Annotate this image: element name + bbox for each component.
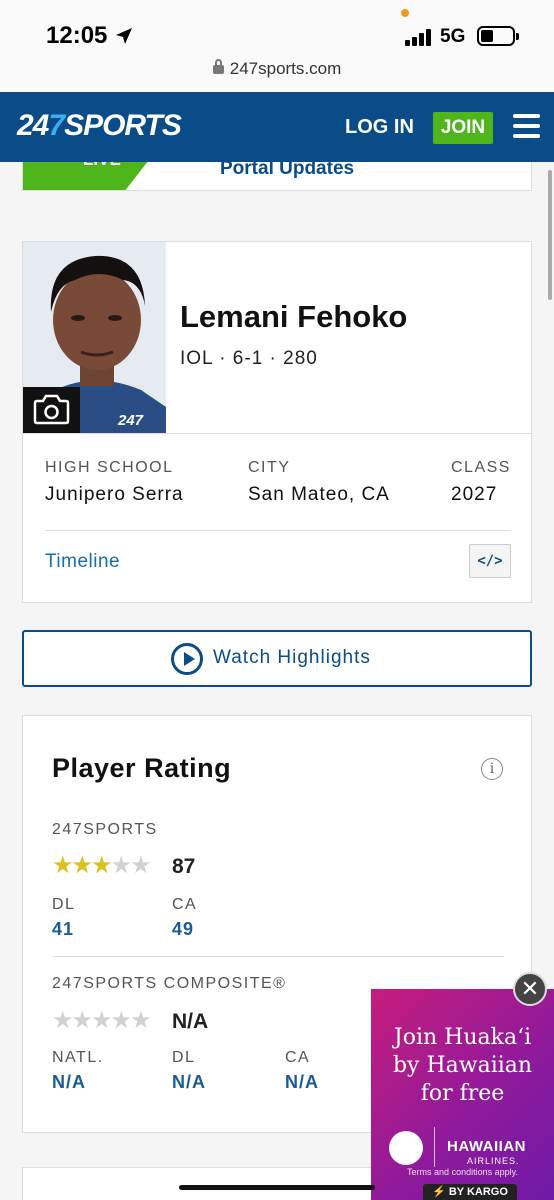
star-icon: ★ [52, 852, 73, 879]
portal-updates-link[interactable]: Portal Updates [220, 162, 354, 180]
divider [52, 956, 504, 957]
ad-headline: Join Huakaʻi by Hawaiian for free [371, 1024, 554, 1108]
dl-rank-label: DL [52, 896, 76, 913]
status-bar: 12:05 5G 247sports.com [0, 0, 554, 92]
ad-headline-line: for free [420, 1081, 505, 1106]
embed-code-button[interactable]: </> [469, 544, 511, 578]
star-icon: ★ [52, 1007, 73, 1034]
star-icon: ★ [130, 1007, 151, 1034]
star-icon: ★ [71, 852, 93, 879]
dl-rank-value[interactable]: 41 [52, 919, 74, 940]
player-position-size: IOL · 6-1 · 280 [180, 348, 318, 369]
logo-seven: 7 [48, 109, 65, 142]
address-bar[interactable]: 247sports.com [0, 59, 554, 79]
player-photo[interactable]: 247 [23, 242, 166, 433]
hawaiian-airlines-ad[interactable]: Join Huakaʻi by Hawaiian for free HAWAII… [371, 989, 554, 1200]
watch-highlights-button[interactable]: Watch Highlights [22, 630, 532, 687]
hamburger-menu-icon[interactable] [513, 114, 540, 138]
battery-icon [477, 26, 519, 46]
city-value: San Mateo, CA [248, 484, 390, 505]
composite-dl-value: N/A [172, 1072, 206, 1092]
camera-icon[interactable] [23, 387, 80, 433]
clock: 12:05 [46, 22, 108, 49]
login-link[interactable]: LOG IN [345, 116, 414, 139]
divider [45, 530, 511, 531]
ad-brand-sub: AIRLINES. [467, 1156, 520, 1166]
star-icon: ★ [91, 1007, 112, 1034]
ca-rank-value[interactable]: 49 [172, 919, 194, 940]
logo-suffix: SPORTS [64, 109, 182, 142]
huakai-logo-icon [389, 1131, 423, 1165]
ad-terms: Terms and conditions apply. [407, 1167, 518, 1177]
join-button[interactable]: JOIN [433, 112, 493, 144]
star-icon: ★ [110, 1007, 132, 1034]
247sports-star-rating: ★★★★★ [52, 851, 152, 880]
composite-dl-label: DL [172, 1049, 196, 1066]
high-school-value[interactable]: Junipero Serra [45, 484, 184, 506]
composite-score: N/A [172, 1010, 209, 1033]
site-header: 247SPORTS LOG IN JOIN [0, 92, 554, 162]
city-label: CITY [248, 459, 291, 476]
info-icon[interactable]: i [481, 758, 503, 780]
composite-ca-label: CA [285, 1049, 311, 1066]
live-label: LIVE [83, 162, 121, 170]
network-type: 5G [440, 26, 466, 47]
star-icon: ★ [130, 852, 151, 879]
watch-highlights-label: Watch Highlights [213, 647, 371, 668]
ad-divider [434, 1127, 435, 1167]
logo-prefix: 24 [17, 109, 49, 142]
composite-rating-label: 247SPORTS COMPOSITE® [52, 975, 287, 992]
player-card: 247 Lemani Fehoko IOL · 6-1 · 280 HIGH S… [22, 241, 532, 603]
scrollbar[interactable] [548, 170, 552, 300]
star-icon: ★ [91, 852, 112, 879]
natl-rank-value: N/A [52, 1072, 86, 1092]
composite-ca-value: N/A [285, 1072, 319, 1092]
home-indicator[interactable] [179, 1185, 375, 1190]
ca-rank-label: CA [172, 896, 198, 913]
star-icon: ★ [71, 1007, 93, 1034]
247sports-score: 87 [172, 855, 196, 878]
class-label: CLASS [451, 459, 511, 476]
privacy-indicator-dot [401, 9, 409, 17]
portal-updates-banner[interactable]: LIVE Portal Updates [22, 162, 532, 191]
play-icon [171, 643, 203, 675]
ad-headline-line: Join Huakaʻi [393, 1025, 532, 1050]
high-school-label: HIGH SCHOOL [45, 459, 174, 476]
star-icon: ★ [110, 852, 132, 879]
url-text: 247sports.com [229, 59, 342, 78]
class-value: 2027 [451, 484, 498, 505]
site-logo[interactable]: 247SPORTS [17, 109, 182, 143]
natl-rank-label: NATL. [52, 1049, 104, 1066]
kargo-badge[interactable]: ⚡ BY KARGO [423, 1184, 517, 1200]
lock-icon [212, 59, 224, 74]
247sports-rating-label: 247SPORTS [52, 821, 158, 838]
divider [23, 433, 531, 434]
photo-badge: 247 [117, 412, 144, 429]
player-rating-title: Player Rating [52, 753, 232, 783]
location-arrow-icon [116, 28, 132, 44]
composite-star-rating: ★★★★★ [52, 1006, 152, 1035]
ad-close-button[interactable]: ✕ [513, 972, 547, 1006]
ad-headline-line: by Hawaiian [392, 1053, 533, 1078]
player-name: Lemani Fehoko [180, 299, 408, 334]
cell-signal-icon [405, 28, 435, 46]
ad-brand: HAWAIIAN [447, 1138, 526, 1155]
timeline-link[interactable]: Timeline [45, 551, 120, 573]
